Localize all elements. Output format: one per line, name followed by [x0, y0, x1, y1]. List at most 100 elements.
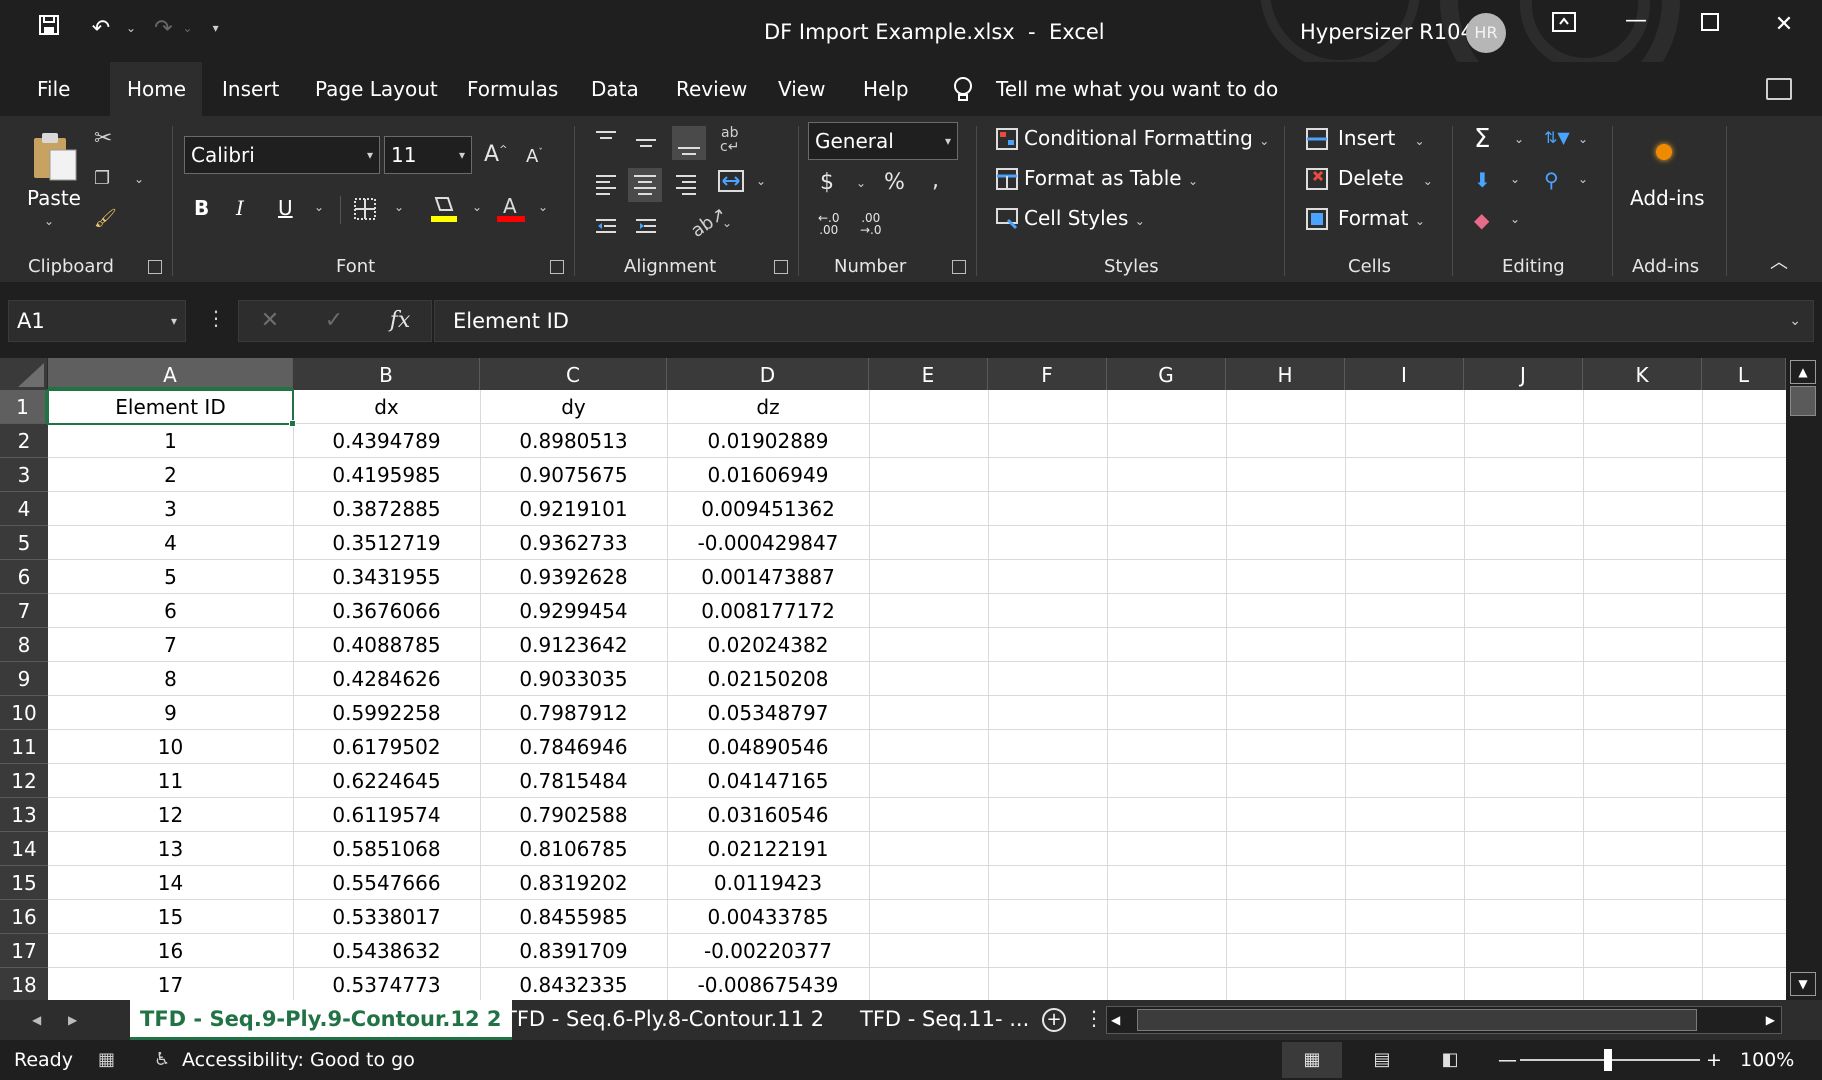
- horizontal-scrollbar[interactable]: ◀ ▶: [1106, 1006, 1782, 1034]
- cell-b11[interactable]: 0.6179502: [293, 730, 480, 764]
- ribbon-display-icon[interactable]: [1544, 12, 1584, 38]
- fill-color-dropdown-icon[interactable]: ⌄: [472, 200, 482, 214]
- row-header[interactable]: 11: [0, 730, 48, 764]
- cell-d17[interactable]: -0.00220377: [667, 934, 869, 968]
- cell-c8[interactable]: 0.9123642: [480, 628, 667, 662]
- cell-d18[interactable]: -0.008675439: [667, 968, 869, 1000]
- insert-function-icon[interactable]: fx: [380, 300, 420, 342]
- number-format-combo[interactable]: General ▾: [808, 122, 958, 160]
- sheet-prev-icon[interactable]: ◀: [32, 1000, 41, 1040]
- cell-d7[interactable]: 0.008177172: [667, 594, 869, 628]
- tab-home[interactable]: Home: [110, 62, 202, 116]
- cell-d12[interactable]: 0.04147165: [667, 764, 869, 798]
- cell-c1[interactable]: dy: [480, 390, 667, 424]
- font-size-combo[interactable]: 11 ▾: [384, 136, 472, 174]
- zoom-out-icon[interactable]: —: [1498, 1040, 1517, 1080]
- cell-styles-button[interactable]: Cell Styles ⌄: [1024, 206, 1145, 230]
- minimize-icon[interactable]: —: [1616, 8, 1656, 33]
- cell-c13[interactable]: 0.7902588: [480, 798, 667, 832]
- decrease-font-icon[interactable]: Aˇ: [526, 146, 543, 167]
- merge-center-icon[interactable]: [718, 170, 744, 192]
- column-header-f[interactable]: F: [988, 358, 1107, 390]
- column-header-l[interactable]: L: [1702, 358, 1786, 390]
- cell-b14[interactable]: 0.5851068: [293, 832, 480, 866]
- cell-c15[interactable]: 0.8319202: [480, 866, 667, 900]
- page-layout-view-icon[interactable]: ▤: [1352, 1042, 1412, 1078]
- add-ins-icon[interactable]: [1656, 144, 1672, 160]
- autosum-dropdown-icon[interactable]: ⌄: [1514, 132, 1524, 146]
- clear-dropdown-icon[interactable]: ⌄: [1510, 212, 1520, 226]
- cell-b12[interactable]: 0.6224645: [293, 764, 480, 798]
- expand-formula-icon[interactable]: ⌄: [1789, 301, 1801, 341]
- cell-b18[interactable]: 0.5374773: [293, 968, 480, 1000]
- cell-b13[interactable]: 0.6119574: [293, 798, 480, 832]
- row-header[interactable]: 4: [0, 492, 48, 526]
- cell-c12[interactable]: 0.7815484: [480, 764, 667, 798]
- cell-a3[interactable]: 2: [48, 458, 293, 492]
- currency-dropdown-icon[interactable]: ⌄: [856, 176, 866, 190]
- row-header[interactable]: 15: [0, 866, 48, 900]
- cell-d6[interactable]: 0.001473887: [667, 560, 869, 594]
- cell-a15[interactable]: 14: [48, 866, 293, 900]
- vertical-scrollbar[interactable]: ▲ ▼: [1786, 358, 1822, 1000]
- italic-icon[interactable]: I: [236, 196, 244, 220]
- cell-a17[interactable]: 16: [48, 934, 293, 968]
- spreadsheet-grid[interactable]: A B C D E F G H I J K L 1 2 3 4 5 6 7 8 9 10 11 12 13 14 15 16 17 18 E…: [0, 358, 1786, 1000]
- column-header-k[interactable]: K: [1583, 358, 1702, 390]
- column-header-h[interactable]: H: [1226, 358, 1345, 390]
- row-header[interactable]: 8: [0, 628, 48, 662]
- number-format-dropdown-icon[interactable]: ▾: [945, 123, 951, 159]
- column-header-e[interactable]: E: [869, 358, 988, 390]
- scroll-right-icon[interactable]: ▶: [1766, 1007, 1775, 1033]
- cell-b9[interactable]: 0.4284626: [293, 662, 480, 696]
- cell-a9[interactable]: 8: [48, 662, 293, 696]
- column-header-g[interactable]: G: [1107, 358, 1226, 390]
- cell-c2[interactable]: 0.8980513: [480, 424, 667, 458]
- cell-b16[interactable]: 0.5338017: [293, 900, 480, 934]
- row-header[interactable]: 6: [0, 560, 48, 594]
- merge-dropdown-icon[interactable]: ⌄: [756, 174, 766, 188]
- cell-c11[interactable]: 0.7846946: [480, 730, 667, 764]
- cell-b8[interactable]: 0.4088785: [293, 628, 480, 662]
- cell-a7[interactable]: 6: [48, 594, 293, 628]
- column-header-d[interactable]: D: [667, 358, 869, 390]
- column-header-i[interactable]: I: [1345, 358, 1464, 390]
- sheet-tab-2[interactable]: TFD - Seq.6-Ply.8-Contour.11 2: [494, 1000, 834, 1040]
- row-header[interactable]: 9: [0, 662, 48, 696]
- cell-a5[interactable]: 4: [48, 526, 293, 560]
- formula-input[interactable]: Element ID ⌄: [434, 300, 1814, 342]
- sheet-tab-3[interactable]: TFD - Seq.11- ...: [850, 1000, 1039, 1040]
- cell-c6[interactable]: 0.9392628: [480, 560, 667, 594]
- cell-styles-icon[interactable]: [996, 208, 1018, 230]
- cell-b17[interactable]: 0.5438632: [293, 934, 480, 968]
- row-header[interactable]: 3: [0, 458, 48, 492]
- cell-d9[interactable]: 0.02150208: [667, 662, 869, 696]
- scroll-left-icon[interactable]: ◀: [1111, 1007, 1120, 1033]
- row-header[interactable]: 2: [0, 424, 48, 458]
- select-all-button[interactable]: [0, 358, 48, 390]
- save-icon[interactable]: [36, 14, 62, 42]
- row-header[interactable]: 16: [0, 900, 48, 934]
- font-launcher-icon[interactable]: [550, 260, 564, 274]
- name-box-dropdown-icon[interactable]: ▾: [171, 301, 177, 341]
- cell-a8[interactable]: 7: [48, 628, 293, 662]
- sheet-next-icon[interactable]: ▶: [68, 1000, 77, 1040]
- cell-d16[interactable]: 0.00433785: [667, 900, 869, 934]
- normal-view-icon[interactable]: ▦: [1282, 1042, 1342, 1078]
- row-header[interactable]: 13: [0, 798, 48, 832]
- find-select-icon[interactable]: ⚲: [1544, 168, 1559, 192]
- macro-recording-icon[interactable]: ▦: [98, 1040, 115, 1080]
- cell-b6[interactable]: 0.3431955: [293, 560, 480, 594]
- accessibility-status[interactable]: Accessibility: Good to go: [182, 1040, 415, 1080]
- font-color-dropdown-icon[interactable]: ⌄: [538, 200, 548, 214]
- paste-dropdown-icon[interactable]: ⌄: [44, 214, 54, 228]
- cell-a10[interactable]: 9: [48, 696, 293, 730]
- column-header-a[interactable]: A: [48, 358, 293, 390]
- column-header-b[interactable]: B: [293, 358, 480, 390]
- alignment-buttons[interactable]: [592, 126, 732, 256]
- name-box[interactable]: A1 ▾: [8, 300, 186, 342]
- row-header[interactable]: 12: [0, 764, 48, 798]
- percent-icon[interactable]: %: [884, 170, 905, 195]
- add-ins-button[interactable]: Add-ins: [1630, 186, 1705, 210]
- cell-b1[interactable]: dx: [293, 390, 480, 424]
